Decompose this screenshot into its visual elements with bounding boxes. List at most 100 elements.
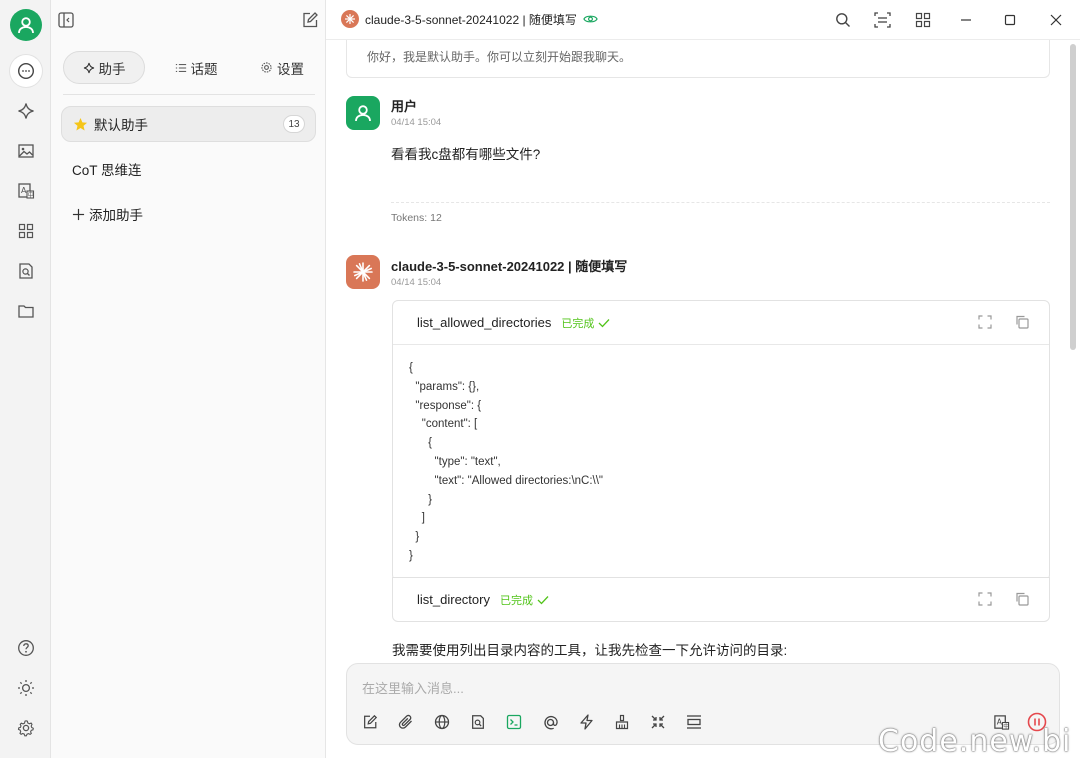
check-icon <box>537 595 549 604</box>
rail-files-button[interactable] <box>12 297 40 325</box>
chat-scrollbar[interactable] <box>1070 44 1076 350</box>
tool-call-list-directory: list_directory 已完成 <box>392 577 1050 622</box>
greeting-message: 你好，我是默认助手。你可以立刻开始跟我聊天。 <box>346 40 1050 78</box>
new-chat-button[interactable] <box>301 11 319 29</box>
user-icon <box>18 17 34 34</box>
attach-button[interactable] <box>396 712 416 732</box>
tool-call-name: list_allowed_directories <box>417 315 552 330</box>
help-icon <box>18 640 34 656</box>
lightning-icon <box>579 714 593 730</box>
copy-button[interactable] <box>1014 314 1030 330</box>
gear-icon <box>261 62 272 73</box>
tool-call-status-label: 已完成 <box>561 317 595 330</box>
message-input-placeholder[interactable]: 在这里输入消息... <box>362 678 464 697</box>
close-icon <box>1050 14 1062 26</box>
rail-settings-button[interactable] <box>12 714 40 742</box>
copy-button[interactable] <box>1014 591 1030 607</box>
rail-help-button[interactable] <box>12 634 40 662</box>
expand-icon <box>978 592 992 606</box>
search-button[interactable] <box>833 10 853 30</box>
rail-chat-button[interactable] <box>10 55 42 87</box>
clear-context-button[interactable] <box>612 712 632 732</box>
tab-topics[interactable]: 话题 <box>155 51 237 84</box>
chat-topbar: claude-3-5-sonnet-20241022 | 随便填写 <box>326 0 1080 40</box>
rail-apps-button[interactable] <box>12 217 40 245</box>
panel-tabs: 助手 话题 设置 <box>63 51 315 95</box>
sparkle-icon <box>18 103 34 119</box>
chat-bubble-icon <box>17 62 35 80</box>
svg-text:A: A <box>21 186 27 195</box>
tool-call-name: list_directory <box>417 592 490 607</box>
tab-settings-label: 设置 <box>277 61 304 77</box>
new-topic-button[interactable] <box>360 712 380 732</box>
user-avatar[interactable] <box>10 9 42 41</box>
tool-call-status-label: 已完成 <box>499 594 533 607</box>
copy-icon <box>1016 315 1029 329</box>
rail-translate-button[interactable]: A中 <box>12 177 40 205</box>
assistant-item-label: CoT 思维连 <box>72 163 142 178</box>
gear-icon <box>17 720 34 737</box>
assistant-item-label: 默认助手 <box>94 118 148 133</box>
quick-phrase-button[interactable] <box>576 712 596 732</box>
mcp-server-button[interactable] <box>504 712 524 732</box>
assistant-item-cot[interactable]: CoT 思维连 <box>61 151 316 187</box>
tool-call-status: 已完成 <box>500 592 549 608</box>
window-close-button[interactable] <box>1046 10 1066 30</box>
minimize-icon <box>961 19 971 21</box>
toggle-sidebar-button[interactable] <box>57 11 75 29</box>
search-icon <box>836 13 850 27</box>
svg-text:中: 中 <box>28 191 34 199</box>
scan-icon <box>873 12 891 28</box>
check-icon <box>598 318 610 327</box>
expand-button[interactable] <box>977 314 993 330</box>
model-selector[interactable]: claude-3-5-sonnet-20241022 | 随便填写 <box>341 10 598 28</box>
rail-agents-button[interactable] <box>12 97 40 125</box>
rail-image-button[interactable] <box>12 137 40 165</box>
claude-logo-icon <box>353 262 373 282</box>
list-icon <box>175 63 186 72</box>
new-context-button[interactable] <box>684 712 704 732</box>
rail-theme-button[interactable] <box>12 674 40 702</box>
tab-settings[interactable]: 设置 <box>241 51 323 84</box>
edit-icon <box>303 12 318 28</box>
tool-call-header[interactable]: list_allowed_directories 已完成 <box>393 301 1049 344</box>
panel-toolbar <box>51 0 326 40</box>
image-icon <box>18 144 34 158</box>
window-maximize-button[interactable] <box>1000 10 1020 30</box>
maximize-icon <box>1004 14 1016 26</box>
at-icon <box>543 715 558 729</box>
assistant-panel: 助手 话题 设置 默认助手 13 CoT 思维连 添加助手 <box>51 0 326 758</box>
message-divider <box>391 202 1050 203</box>
model-name: claude-3-5-sonnet-20241022 | 随便填写 <box>365 12 577 27</box>
assistant-message-text: 我需要使用列出目录内容的工具，让我先检查一下允许访问的目录: <box>392 643 788 658</box>
fullscreen-input-button[interactable] <box>648 712 668 732</box>
tool-call-response: { "params": {}, "response": { "content":… <box>393 344 1049 580</box>
tab-topics-label: 话题 <box>190 61 218 77</box>
tool-call-header[interactable]: list_directory 已完成 <box>393 578 1049 621</box>
globe-icon <box>434 714 450 730</box>
tab-assistants[interactable]: 助手 <box>63 51 145 84</box>
claude-logo-icon <box>341 10 359 28</box>
sidebar-collapse-icon <box>58 12 74 28</box>
web-search-button[interactable] <box>432 712 452 732</box>
broom-icon <box>615 714 629 730</box>
window-minimize-button[interactable] <box>956 10 976 30</box>
add-assistant-button[interactable]: 添加助手 <box>61 196 316 232</box>
user-message-tokens: Tokens: 12 <box>391 212 442 224</box>
separator-icon <box>687 715 701 729</box>
collapse-arrows-icon <box>651 715 665 729</box>
knowledge-base-button[interactable] <box>468 712 488 732</box>
user-message-name: 用户 <box>391 99 418 114</box>
rail-knowledge-button[interactable] <box>12 257 40 285</box>
expand-icon <box>978 315 992 329</box>
expand-button[interactable] <box>977 591 993 607</box>
document-search-icon <box>472 715 484 729</box>
star-icon <box>73 117 88 130</box>
copy-icon <box>1016 592 1029 606</box>
layout-button[interactable] <box>913 10 933 30</box>
user-message-avatar <box>346 96 380 130</box>
minimap-button[interactable] <box>872 10 892 30</box>
mention-model-button[interactable] <box>540 712 560 732</box>
assistant-item-default[interactable]: 默认助手 13 <box>61 106 316 142</box>
assistant-message-time: 04/14 15:04 <box>391 277 442 288</box>
